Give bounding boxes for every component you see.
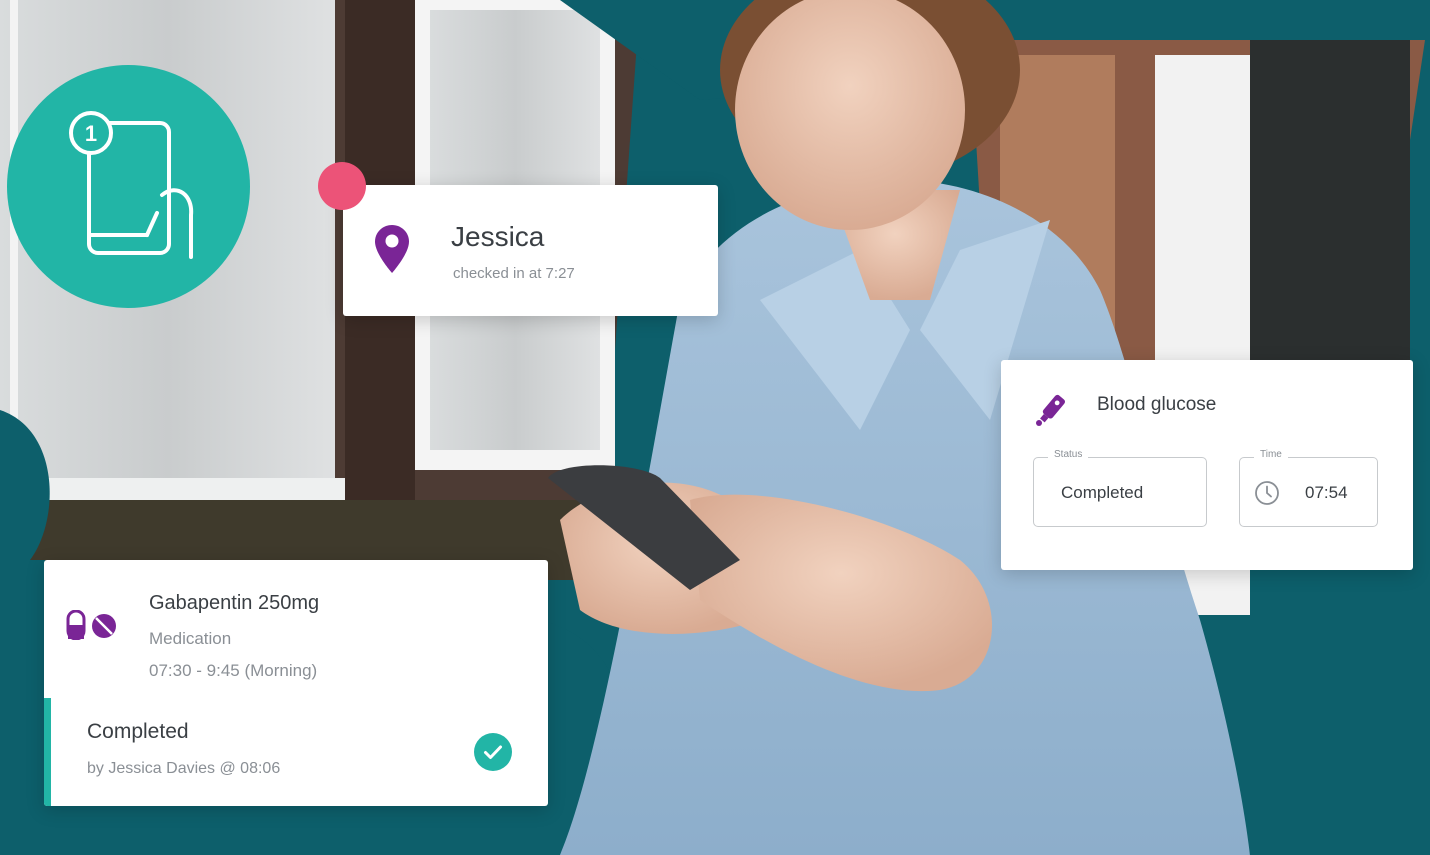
status-accent-bar (44, 698, 51, 806)
checkin-subtitle: checked in at 7:27 (453, 265, 575, 282)
time-field[interactable]: Time 07:54 (1239, 449, 1378, 527)
glucose-title: Blood glucose (1097, 394, 1217, 415)
medication-time-window: 07:30 - 9:45 (Morning) (149, 661, 318, 680)
time-value: 07:54 (1305, 483, 1348, 502)
glucose-meter-icon (1036, 394, 1066, 426)
time-label: Time (1254, 449, 1288, 460)
hero-scene: 1 Jessica checked in at 7:27 Blood gluco… (0, 0, 1430, 855)
medication-name: Gabapentin 250mg (149, 592, 320, 614)
location-pin-icon (375, 225, 409, 273)
status-field[interactable]: Status Completed (1033, 449, 1207, 527)
step-number: 1 (85, 121, 97, 146)
medication-status: Completed (87, 720, 189, 743)
medication-completed-by: by Jessica Davies @ 08:06 (87, 760, 281, 777)
check-circle-icon (474, 733, 512, 771)
medication-pill-icon (66, 610, 116, 640)
blood-glucose-card[interactable]: Blood glucose Status Completed Time 07:5… (1001, 360, 1413, 570)
clock-icon (1255, 481, 1279, 505)
status-value: Completed (1061, 483, 1144, 502)
medication-card[interactable]: Gabapentin 250mg Medication 07:30 - 9:45… (44, 560, 548, 806)
checkin-card[interactable]: Jessica checked in at 7:27 (343, 185, 718, 316)
step-one-badge: 1 (7, 65, 250, 308)
checkin-name: Jessica (451, 221, 545, 252)
status-label: Status (1048, 449, 1089, 460)
notification-dot (318, 162, 366, 210)
medication-type: Medication (149, 629, 232, 648)
